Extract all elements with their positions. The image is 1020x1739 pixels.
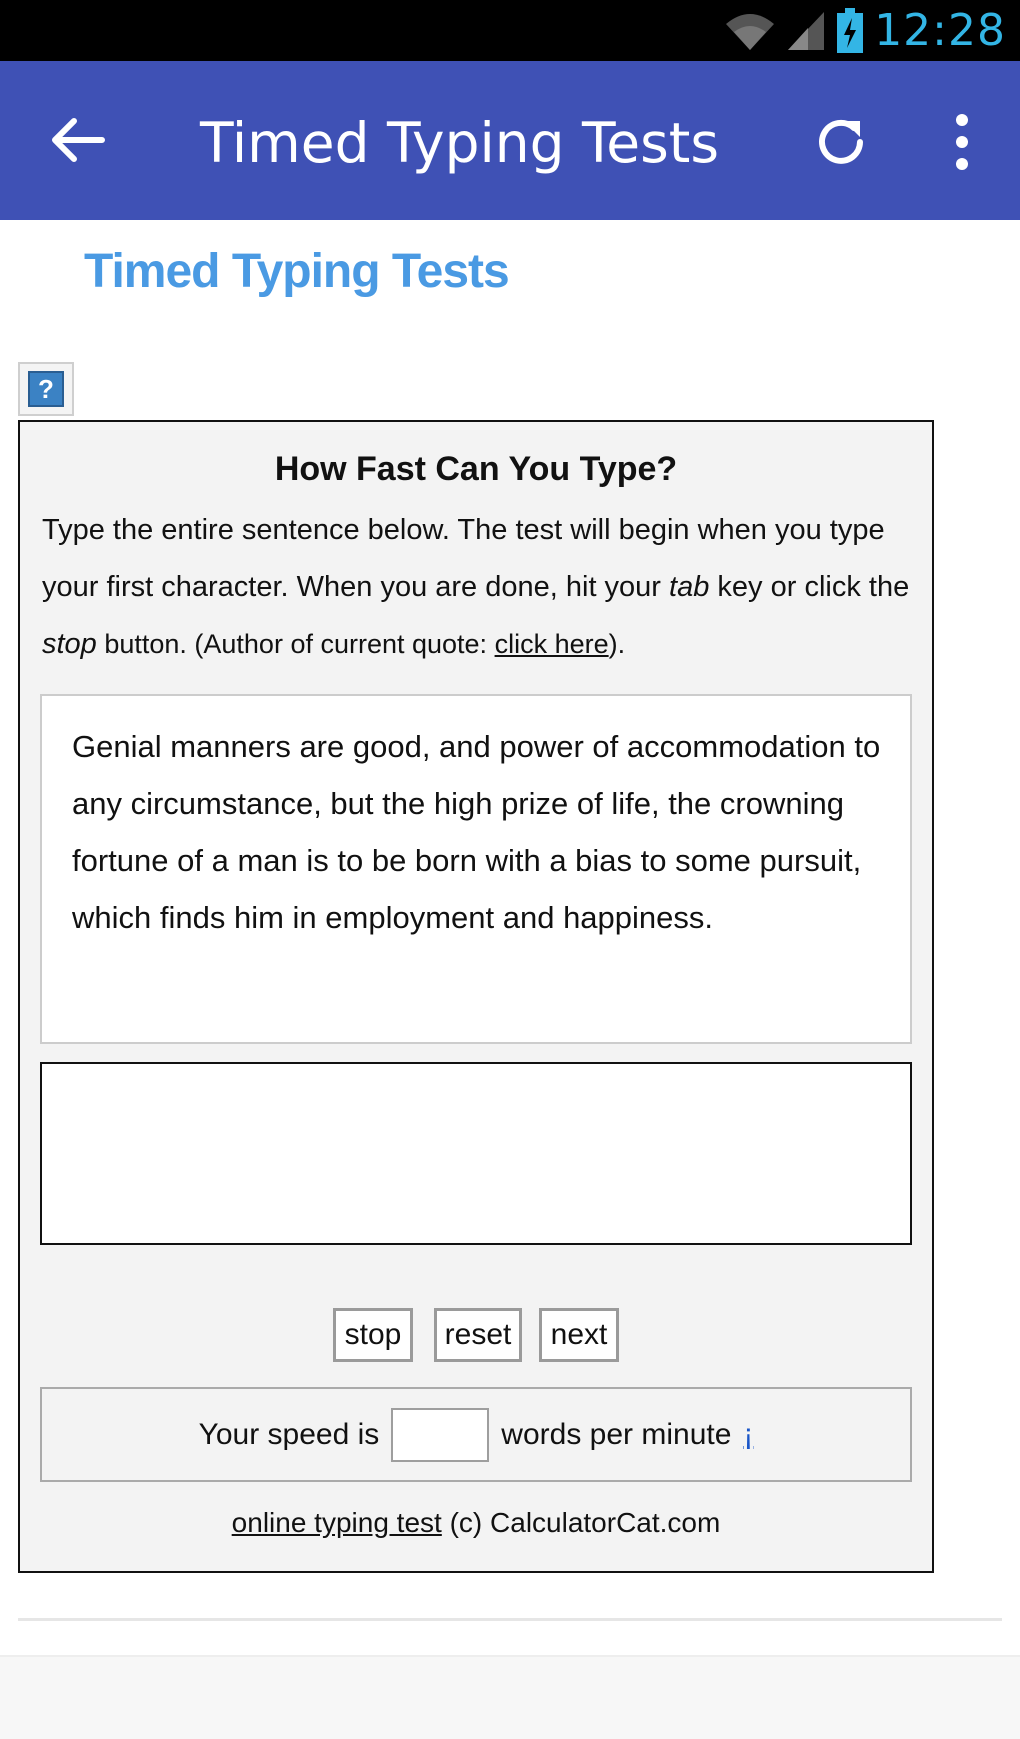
instructions-text-4: ). [608, 629, 626, 659]
quote-text: Genial manners are good, and power of ac… [72, 729, 881, 935]
signal-icon [788, 11, 825, 50]
typing-test-panel: How Fast Can You Type? Type the entire s… [18, 420, 934, 1573]
next-button[interactable]: next [539, 1308, 619, 1362]
quote-box: Genial manners are good, and power of ac… [40, 694, 912, 1044]
wifi-icon [726, 13, 775, 50]
speed-row: Your speed is words per minute ¡ [42, 1389, 910, 1480]
footer-copyright: (c) CalculatorCat.com [441, 1507, 721, 1538]
instructions-text-2: key or click the [709, 571, 910, 603]
more-vert-icon[interactable] [945, 111, 979, 173]
footer-link[interactable]: online typing test [232, 1507, 442, 1538]
refresh-icon[interactable] [812, 113, 870, 171]
status-time: 12:28 [874, 5, 1006, 56]
speed-prefix: Your speed is [198, 1417, 380, 1451]
battery-charging-icon [837, 7, 864, 53]
instructions-text-3: button. (Author of current quote: [96, 629, 495, 659]
help-icon: ? [28, 371, 64, 407]
back-arrow-icon[interactable] [46, 109, 108, 171]
speed-box: Your speed is words per minute ¡ [40, 1387, 912, 1482]
reset-button[interactable]: reset [434, 1308, 522, 1362]
panel-title: How Fast Can You Type? [274, 450, 678, 488]
speed-field[interactable] [391, 1407, 490, 1462]
divider [18, 1618, 1002, 1621]
button-row: stop reset next [20, 1308, 932, 1362]
stop-button[interactable]: stop [333, 1308, 413, 1362]
author-link[interactable]: click here [495, 629, 609, 659]
instructions-tab: tab [669, 571, 710, 603]
bottom-area [0, 1655, 1020, 1739]
typing-input[interactable] [40, 1062, 912, 1245]
page-title: Timed Typing Tests [84, 245, 510, 298]
speed-suffix: words per minute [501, 1417, 732, 1451]
status-icons: 12:28 [724, 0, 1006, 61]
instructions-stop: stop [42, 628, 97, 660]
footer: online typing test (c) CalculatorCat.com [20, 1507, 932, 1539]
speed-info-link[interactable]: ¡ [743, 1418, 753, 1452]
help-button[interactable]: ? [18, 362, 74, 416]
app-bar: Timed Typing Tests [0, 61, 1020, 220]
status-bar: 12:28 [0, 0, 1020, 61]
app-bar-title: Timed Typing Tests [200, 111, 719, 175]
instructions: Type the entire sentence below. The test… [42, 502, 912, 673]
